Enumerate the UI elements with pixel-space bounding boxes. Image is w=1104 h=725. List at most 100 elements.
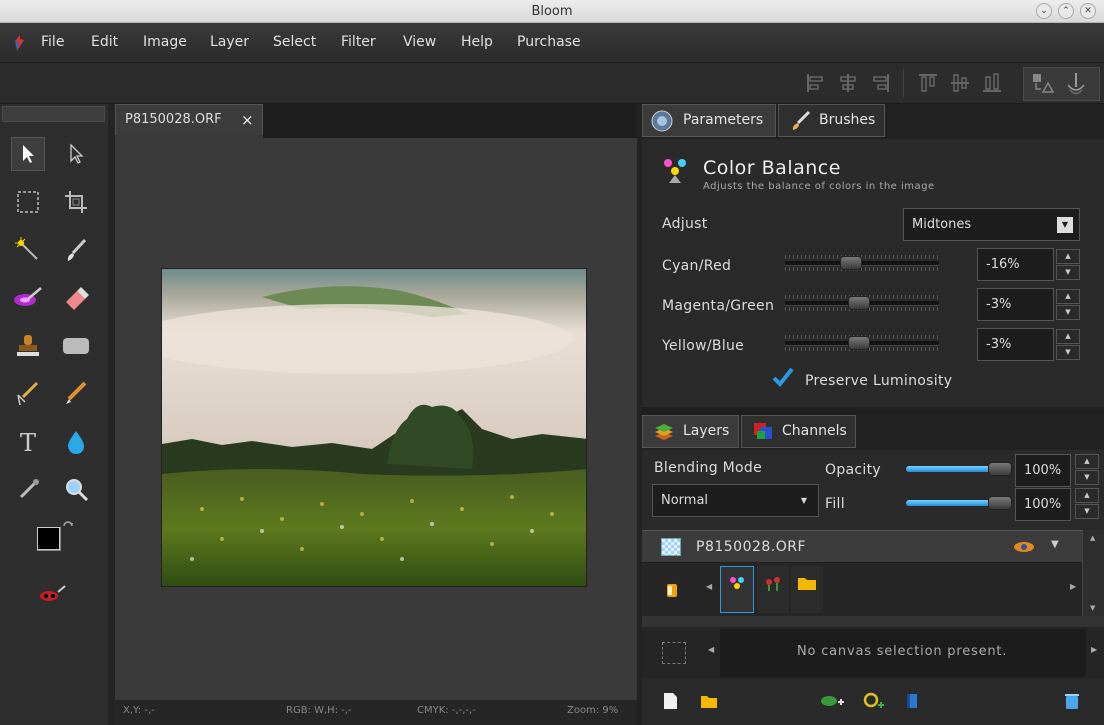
pen-tool[interactable]	[11, 377, 45, 411]
text-tool[interactable]: T	[11, 425, 45, 459]
layer-options-chevron-icon[interactable]: ▼	[1051, 539, 1059, 550]
yellow-blue-value-text: -3%	[986, 337, 1012, 352]
tab-channels[interactable]: Channels	[741, 415, 856, 448]
fill-slider[interactable]	[906, 496, 1012, 510]
magenta-green-value[interactable]: -3%	[977, 288, 1054, 321]
effects-scroll-left[interactable]: ◀	[706, 582, 712, 591]
selection-scroll-left[interactable]: ◀	[708, 645, 714, 654]
red-eye-tool[interactable]	[35, 577, 69, 611]
align-top-icon[interactable]	[916, 71, 940, 95]
cyan-red-up[interactable]: ▲	[1056, 249, 1080, 264]
shapes-icon[interactable]	[1030, 71, 1054, 95]
effects-scroll-right[interactable]: ▶	[1070, 582, 1076, 591]
shape-tool[interactable]	[59, 329, 93, 363]
menu-select[interactable]: Select	[273, 34, 316, 50]
layers-scroll-down[interactable]: ▼	[1090, 604, 1095, 612]
magenta-green-down[interactable]: ▼	[1056, 305, 1080, 320]
eraser-tool[interactable]	[59, 281, 93, 315]
yellow-blue-slider[interactable]	[785, 335, 939, 351]
marquee-tool[interactable]	[11, 185, 45, 219]
menu-image[interactable]: Image	[143, 34, 187, 50]
layers-scroll-up[interactable]: ▲	[1090, 534, 1095, 542]
menu-purchase[interactable]: Purchase	[517, 34, 581, 50]
trash-icon[interactable]	[1063, 692, 1081, 710]
yellow-blue-label: Yellow/Blue	[662, 338, 745, 354]
pencil-tool[interactable]	[59, 377, 93, 411]
checkmark-icon[interactable]	[771, 366, 795, 388]
opacity-down[interactable]: ▼	[1075, 470, 1099, 485]
opacity-up[interactable]: ▲	[1075, 454, 1099, 469]
brush-tool[interactable]	[59, 233, 93, 267]
opacity-slider[interactable]	[906, 462, 1012, 476]
color-brush-tool[interactable]	[11, 281, 45, 315]
menu-edit[interactable]: Edit	[91, 34, 118, 50]
select-tool[interactable]	[11, 137, 45, 171]
menu-help[interactable]: Help	[461, 34, 493, 50]
eye-icon[interactable]	[1013, 539, 1035, 555]
tools-panel: T	[0, 104, 108, 725]
effect-3[interactable]	[791, 566, 823, 613]
layer-row[interactable]: P8150028.ORF ▼	[642, 530, 1082, 563]
crop-tool[interactable]	[59, 185, 93, 219]
yellow-blue-slider-knob[interactable]	[848, 336, 870, 350]
tab-brushes[interactable]: Brushes	[778, 104, 885, 137]
duplicate-layer-icon[interactable]	[903, 692, 921, 710]
cyan-red-down[interactable]: ▼	[1056, 265, 1080, 280]
adjust-dropdown[interactable]: Midtones ▼	[903, 208, 1080, 241]
menu-layer[interactable]: Layer	[210, 34, 249, 50]
status-bar: X,Y: -,- RGB: W,H: -,- CMYK: -,-,-,- Zoo…	[115, 700, 637, 725]
eyedropper-tool[interactable]	[11, 473, 45, 507]
minimize-button[interactable]: ⌄	[1036, 3, 1052, 19]
add-mask-icon[interactable]	[820, 692, 844, 710]
tab-parameters[interactable]: Parameters	[642, 104, 776, 137]
effect-color-balance[interactable]	[720, 566, 754, 613]
color-balance-panel: Color Balance Adjusts the balance of col…	[642, 139, 1104, 407]
tab-layers[interactable]: Layers	[642, 415, 739, 448]
direct-select-tool[interactable]	[59, 137, 93, 171]
open-folder-icon[interactable]	[700, 692, 718, 710]
blending-mode-dropdown[interactable]: Normal ▼	[652, 484, 819, 517]
cyan-red-slider-knob[interactable]	[840, 256, 862, 270]
clone-stamp-icon	[17, 335, 39, 356]
effect-2[interactable]	[757, 566, 789, 613]
menu-file[interactable]: File	[41, 34, 64, 50]
magenta-green-slider-knob[interactable]	[848, 296, 870, 310]
selection-scroll-right[interactable]: ▶	[1091, 645, 1097, 654]
cyan-red-slider[interactable]	[785, 255, 939, 271]
align-middle-icon[interactable]	[948, 71, 972, 95]
document-tab[interactable]: P8150028.ORF ×	[115, 104, 263, 135]
menu-filter[interactable]: Filter	[341, 34, 376, 50]
align-bottom-icon[interactable]	[980, 71, 1004, 95]
align-left-icon[interactable]	[804, 71, 828, 95]
fill-value[interactable]: 100%	[1015, 488, 1071, 521]
yellow-blue-up[interactable]: ▲	[1056, 329, 1080, 344]
fill-value-text: 100%	[1024, 497, 1062, 512]
opacity-value[interactable]: 100%	[1015, 454, 1071, 487]
align-right-icon[interactable]	[868, 71, 892, 95]
fill-down[interactable]: ▼	[1075, 504, 1099, 519]
swap-colors-icon[interactable]	[62, 520, 74, 532]
canvas-image[interactable]	[161, 268, 587, 587]
opacity-slider-knob[interactable]	[988, 462, 1012, 476]
zoom-tool[interactable]	[59, 473, 93, 507]
magenta-green-up[interactable]: ▲	[1056, 289, 1080, 304]
foreground-color-swatch[interactable]	[37, 527, 60, 550]
yellow-blue-value[interactable]: -3%	[977, 328, 1054, 361]
close-window-button[interactable]: ✕	[1080, 3, 1096, 19]
maximize-button[interactable]: ⌃	[1058, 3, 1074, 19]
fill-up[interactable]: ▲	[1075, 488, 1099, 503]
magenta-green-slider[interactable]	[785, 295, 939, 311]
close-tab-icon[interactable]: ×	[241, 105, 254, 135]
magic-wand-tool[interactable]	[11, 233, 45, 267]
fill-slider-knob[interactable]	[988, 496, 1012, 510]
yellow-blue-down[interactable]: ▼	[1056, 345, 1080, 360]
new-layer-icon[interactable]	[661, 692, 679, 710]
align-center-horizontal-icon[interactable]	[836, 71, 860, 95]
menu-view[interactable]: View	[403, 34, 436, 50]
cyan-red-value[interactable]: -16%	[977, 248, 1054, 281]
blur-tool[interactable]	[59, 425, 93, 459]
effects-jar-icon[interactable]	[665, 581, 681, 599]
stamp-tool[interactable]	[11, 329, 45, 363]
anchor-icon[interactable]	[1064, 71, 1088, 95]
add-effect-icon[interactable]	[863, 692, 885, 710]
